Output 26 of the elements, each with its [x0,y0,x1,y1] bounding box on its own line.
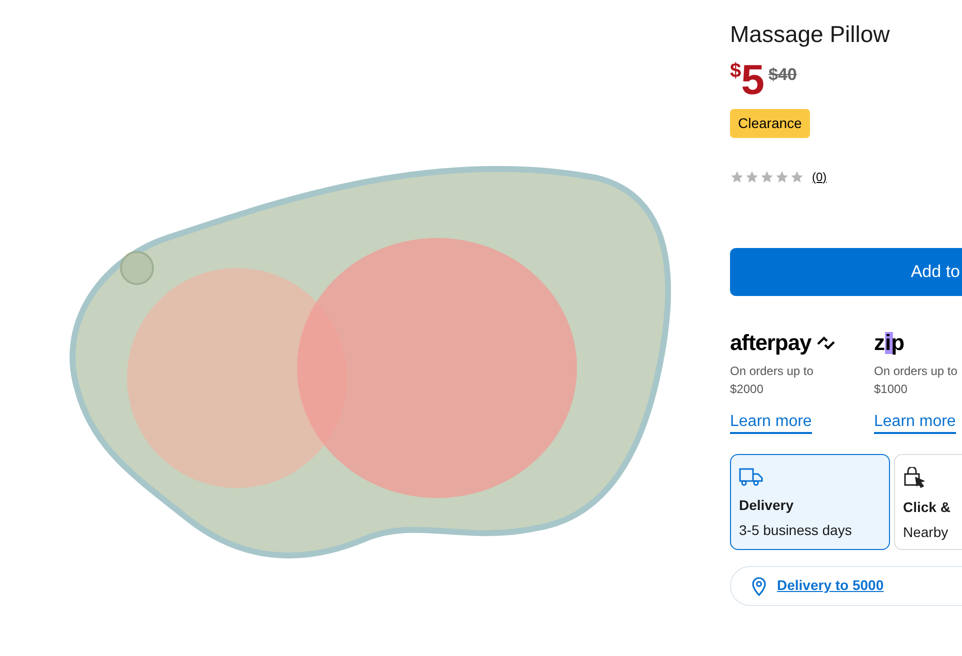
learn-more-link[interactable]: Learn more [874,412,956,434]
review-count-link[interactable]: (0) [812,168,827,186]
add-to-bag-button[interactable]: Add to [730,248,962,296]
clearance-badge: Clearance [730,108,810,138]
location-pin-icon [751,576,767,596]
payment-limit-text: On orders up to [874,362,958,380]
bag-cursor-icon [903,466,925,489]
delivery-location-link[interactable]: Delivery to 5000 [777,575,884,596]
fulfilment-option[interactable]: Click & Nearby [894,454,962,550]
was-price: $40 [768,64,797,86]
learn-more-link[interactable]: Learn more [730,412,812,434]
afterpay-logo: afterpay [730,332,812,354]
star-icon [745,170,759,184]
payment-limit-amount: $2000 [730,380,764,398]
star-icon [730,170,744,184]
payment-limit-amount: $1000 [874,380,908,398]
zip-logo: zip [874,332,905,354]
price-currency: $ [730,60,742,81]
truck-icon [739,466,763,487]
payment-limit-text: On orders up to [730,362,814,380]
fulfilment-option[interactable]: Delivery 3-5 business days [730,454,890,550]
star-icon [775,170,789,184]
star-icon [760,170,774,184]
star-icon [790,170,804,184]
product-title: Massage Pillow [730,20,891,49]
price: 5 [741,58,764,101]
